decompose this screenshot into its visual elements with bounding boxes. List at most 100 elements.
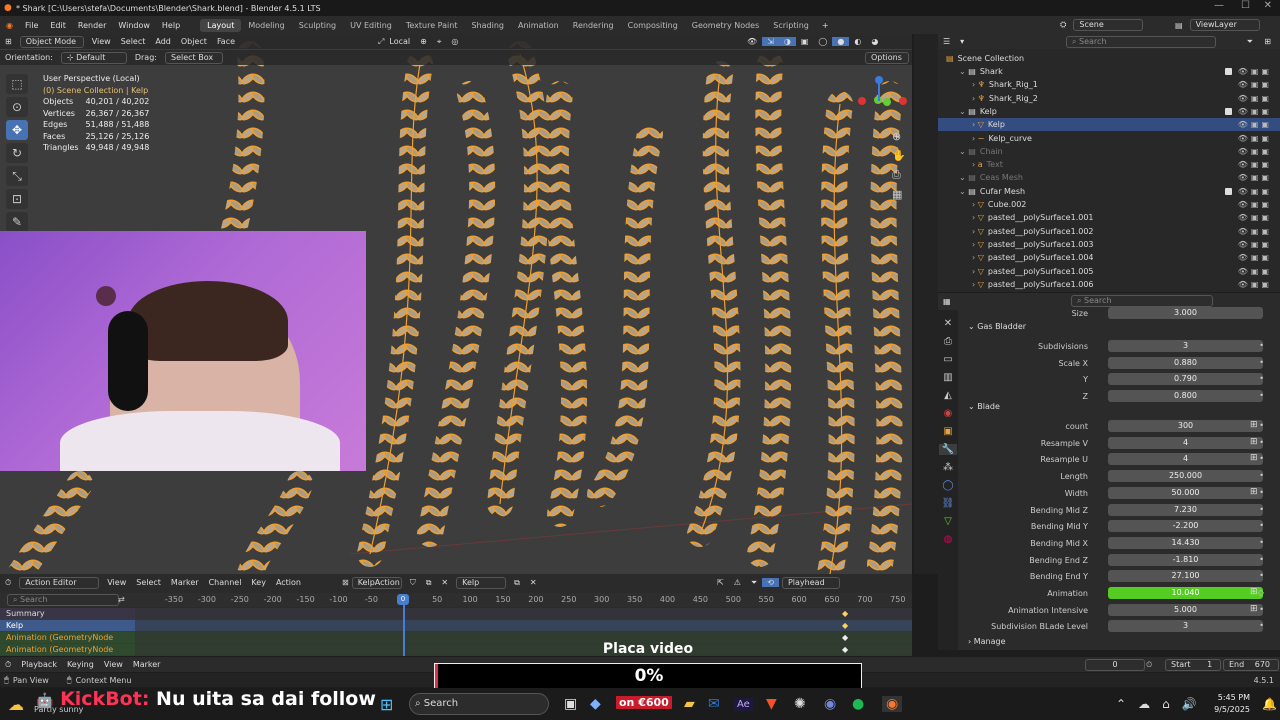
property-value-field[interactable]: -2.200 bbox=[1108, 520, 1263, 533]
expand-chevron-icon[interactable]: › bbox=[972, 280, 978, 289]
outliner-item[interactable]: › ▽ pasted__polySurface1.001 👁▣▣ bbox=[938, 211, 1280, 224]
taskbar-search[interactable]: ⌕ Search bbox=[409, 693, 549, 715]
outliner-item[interactable]: › ▽ Kelp 👁▣▣ bbox=[938, 118, 1280, 132]
expand-chevron-icon[interactable]: › bbox=[972, 134, 978, 143]
keyframe-dot-icon[interactable]: ◇ bbox=[1258, 588, 1264, 597]
visibility-icon[interactable]: 👁 bbox=[742, 37, 762, 46]
menu-edit[interactable]: Edit bbox=[44, 21, 72, 30]
outliner-item[interactable]: › ▽ Cube.002 👁▣▣ bbox=[938, 198, 1280, 211]
expand-chevron-icon[interactable]: › bbox=[972, 120, 978, 129]
menu-help[interactable]: Help bbox=[156, 21, 186, 30]
tab-geometry-nodes[interactable]: Geometry Nodes bbox=[685, 19, 766, 32]
clock[interactable]: 5:45 PM 9/5/2025 bbox=[1200, 692, 1250, 716]
current-frame-field[interactable]: 0 bbox=[1085, 658, 1145, 671]
playhead-frame[interactable]: 0 bbox=[397, 594, 409, 605]
editor-mode-selector[interactable]: Action Editor bbox=[19, 576, 100, 589]
view-layer-selector[interactable]: ViewLayer bbox=[1189, 19, 1260, 31]
new-collection-icon[interactable]: ⊞ bbox=[1259, 37, 1276, 46]
outliner-item[interactable]: › ▽ pasted__polySurface1.006 👁▣▣ bbox=[938, 278, 1280, 291]
keyframe-dot-icon[interactable]: • bbox=[1259, 521, 1264, 530]
visibility-toggle-icon[interactable]: 👁▣▣ bbox=[1238, 265, 1272, 278]
outliner-item[interactable]: ⌄ ▤ Kelp 👁▣▣ bbox=[938, 105, 1280, 118]
visibility-toggle-icon[interactable]: 👁▣▣ bbox=[1238, 171, 1272, 184]
rotate-tool-icon[interactable]: ↻ bbox=[6, 143, 28, 163]
filter-icon[interactable]: ⏷ bbox=[1242, 37, 1258, 47]
tl-menu-view[interactable]: View bbox=[102, 578, 131, 587]
expand-chevron-icon[interactable]: › bbox=[972, 80, 978, 89]
shading-solid-icon[interactable]: ● bbox=[832, 37, 850, 46]
property-value-field[interactable]: 0.880 bbox=[1108, 356, 1263, 369]
menu-render[interactable]: Render bbox=[72, 21, 112, 30]
mode-selector[interactable]: Object Mode bbox=[19, 35, 84, 48]
viewport-menu-face[interactable]: Face bbox=[212, 37, 240, 46]
exclude-checkbox[interactable] bbox=[1225, 187, 1232, 195]
visibility-toggle-icon[interactable]: 👁▣▣ bbox=[1238, 65, 1272, 78]
keyframe-dot-icon[interactable]: • bbox=[1259, 621, 1264, 630]
spotify-icon[interactable]: ● bbox=[852, 696, 864, 712]
keyframe-dot-icon[interactable]: • bbox=[1259, 358, 1264, 367]
slot-selector[interactable]: Kelp bbox=[456, 576, 507, 589]
keyframe-dot-icon[interactable]: • bbox=[1259, 505, 1264, 514]
snap-auto-icon[interactable]: ⟲ bbox=[762, 578, 779, 587]
snap-icon[interactable]: ⌖ bbox=[432, 37, 447, 47]
xray-icon[interactable]: ▣ bbox=[796, 37, 814, 46]
keyframe-dot-icon[interactable]: • bbox=[1259, 391, 1264, 400]
cloud-icon[interactable]: ☁ bbox=[1138, 697, 1150, 711]
only-selected-icon[interactable]: ⇱ bbox=[712, 578, 729, 587]
visibility-toggle-icon[interactable]: 👁▣▣ bbox=[1238, 158, 1272, 171]
transform-tool-icon[interactable]: ⊡ bbox=[6, 189, 28, 209]
blender-taskbar-icon[interactable]: ◉ bbox=[882, 696, 903, 712]
exclude-checkbox[interactable] bbox=[1225, 68, 1232, 75]
add-driver-icon[interactable]: ⊞ bbox=[1250, 487, 1258, 497]
outliner-item[interactable]: › ▽ pasted__polySurface1.004 👁▣▣ bbox=[938, 251, 1280, 264]
menu-file[interactable]: File bbox=[19, 21, 44, 30]
outliner-item[interactable]: › ▽ pasted__polySurface1.003 👁▣▣ bbox=[938, 238, 1280, 251]
property-value-field[interactable]: 5.000 bbox=[1108, 603, 1263, 616]
outliner-item[interactable]: ⌄ ▤ Cufar Mesh 👁▣▣ bbox=[938, 185, 1280, 198]
outliner-item[interactable]: › ▽ pasted__polySurface1.005 👁▣▣ bbox=[938, 265, 1280, 278]
windows-start-icon[interactable]: ⊞ bbox=[380, 695, 393, 714]
pan-hand-icon[interactable]: ✋ bbox=[892, 149, 906, 162]
add-driver-icon[interactable]: ⊞ bbox=[1250, 587, 1258, 597]
panel-gas-bladder-header[interactable]: ⌄ Gas Bladder bbox=[968, 322, 1026, 336]
tl-menu-select[interactable]: Select bbox=[131, 578, 166, 587]
gizmo-icon[interactable]: ⇲ bbox=[762, 37, 779, 46]
dopesheet-editor-icon[interactable]: ⏱ bbox=[0, 578, 16, 588]
properties-editor-icon[interactable]: ▦ bbox=[938, 297, 956, 306]
property-value-field[interactable]: 4 bbox=[1108, 453, 1263, 466]
expand-chevron-icon[interactable]: › bbox=[972, 94, 978, 103]
visibility-toggle-icon[interactable]: 👁▣▣ bbox=[1238, 238, 1272, 251]
tab-texture-paint[interactable]: Texture Paint bbox=[399, 19, 465, 32]
scene-selector[interactable]: Scene bbox=[1073, 19, 1144, 31]
viewport-menu-add[interactable]: Add bbox=[150, 37, 176, 46]
blender-menu-icon[interactable]: ◉ bbox=[0, 21, 19, 30]
copilot-icon[interactable]: ◆ bbox=[590, 696, 601, 712]
end-frame-field[interactable]: End 670 bbox=[1223, 658, 1279, 671]
outliner-item[interactable]: ⌄ ▤ Shark 👁▣▣ bbox=[938, 65, 1280, 78]
outliner-root[interactable]: ▤ Scene Collection bbox=[938, 52, 1280, 65]
weather-icon[interactable]: ☁ bbox=[8, 695, 24, 714]
viewport-menu-view[interactable]: View bbox=[87, 37, 116, 46]
add-driver-icon[interactable]: ⊞ bbox=[1250, 453, 1258, 463]
shading-render-icon[interactable]: ◕ bbox=[866, 37, 883, 46]
unlink-action-icon[interactable]: ✕ bbox=[436, 578, 453, 587]
brave-icon[interactable]: ▼ bbox=[766, 696, 777, 712]
tl-menu-channel[interactable]: Channel bbox=[204, 578, 247, 587]
tl-filter-icon[interactable]: ⏷ bbox=[746, 578, 762, 588]
panel-manage-header[interactable]: › Manage bbox=[968, 637, 1006, 651]
keyframe-dot-icon[interactable]: • bbox=[1259, 571, 1264, 580]
outliner-item[interactable]: ⌄ ▤ Ceas Mesh 👁▣▣ bbox=[938, 171, 1280, 184]
keyframe-dot-icon[interactable]: • bbox=[1259, 374, 1264, 383]
tab-animation[interactable]: Animation bbox=[511, 19, 566, 32]
property-value-field[interactable]: 7.230 bbox=[1108, 503, 1263, 516]
expand-chevron-icon[interactable]: ⌄ bbox=[959, 107, 968, 116]
proportional-icon[interactable]: ◎ bbox=[446, 37, 463, 46]
outliner-item[interactable]: › ∽ Kelp_curve 👁▣▣ bbox=[938, 132, 1280, 145]
annotate-tool-icon[interactable]: ✎ bbox=[6, 212, 28, 232]
outliner-item[interactable]: › ▽ pasted__polySurface1.002 👁▣▣ bbox=[938, 225, 1280, 238]
camera-icon[interactable]: ⎙ bbox=[892, 168, 906, 182]
orientation-selector[interactable]: ⊹ Default bbox=[60, 51, 127, 64]
editor-type-icon[interactable]: ⊞ bbox=[0, 37, 17, 46]
channel-search[interactable]: ⌕ Search bbox=[7, 594, 119, 606]
area-divider[interactable] bbox=[914, 34, 938, 574]
